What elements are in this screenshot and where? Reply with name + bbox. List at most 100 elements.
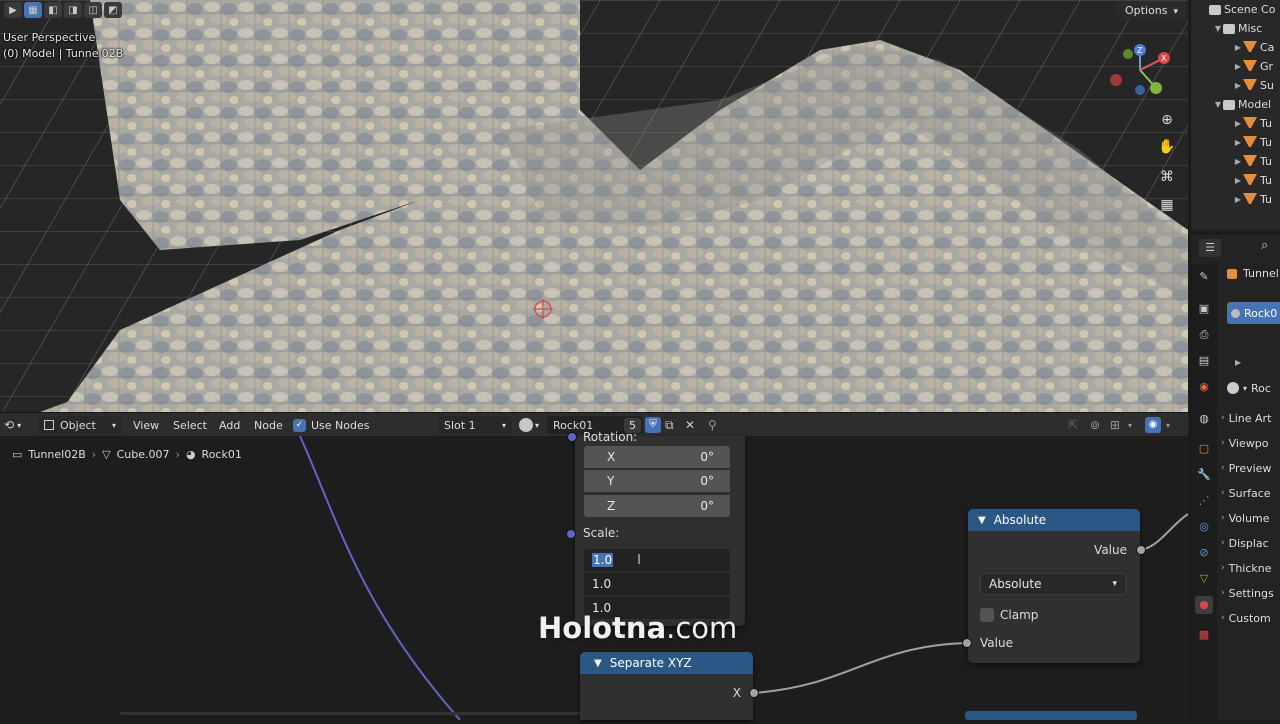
expand-arrow-icon[interactable]: ▶ xyxy=(1233,81,1243,90)
editor-type-dropdown[interactable]: ⟲ ▾ xyxy=(4,413,21,437)
outliner-item[interactable]: ▼ Model xyxy=(1213,95,1280,114)
outliner-item[interactable]: ▶ Tu xyxy=(1233,152,1280,171)
rotation-socket[interactable] xyxy=(567,432,577,442)
expand-arrow-icon[interactable]: ▼ xyxy=(1213,24,1223,33)
options-dropdown[interactable]: Options ▾ xyxy=(1117,1,1186,20)
expand-arrow-icon[interactable]: ▶ xyxy=(1233,62,1243,71)
section-settings[interactable]: › Settings xyxy=(1221,582,1280,604)
section-line-art[interactable]: › Line Art xyxy=(1221,407,1280,429)
section-volume[interactable]: › Volume xyxy=(1221,507,1280,529)
outliner-item[interactable]: ▶ Tu xyxy=(1233,114,1280,133)
separate-xyz-node[interactable]: ▼ Separate XYZ X xyxy=(580,652,759,720)
rotation-x-field[interactable]: X 0° xyxy=(584,446,730,468)
overlays-toggle[interactable]: ◉ xyxy=(1145,413,1161,437)
box-select-icon[interactable]: ▦ xyxy=(24,2,42,18)
object-tab-icon[interactable]: ▢ xyxy=(1195,440,1213,458)
scale-x-input[interactable]: 1.0 Ⅰ xyxy=(584,549,730,571)
menu-add[interactable]: Add xyxy=(219,413,240,437)
expand-arrow-icon[interactable]: ▶ xyxy=(1233,119,1243,128)
separate-xyz-header[interactable]: ▼ Separate XYZ xyxy=(580,652,753,674)
scale-socket[interactable] xyxy=(566,529,576,539)
operation-dropdown[interactable]: Absolute ▾ xyxy=(980,573,1126,595)
chevron-down-icon[interactable]: ▼ xyxy=(978,515,986,526)
snap-target-icon[interactable]: ⊞ xyxy=(1110,413,1120,437)
select-difference-icon[interactable]: ◫ xyxy=(84,2,102,18)
section-custom[interactable]: › Custom xyxy=(1221,607,1280,629)
scale-y-input[interactable]: 1.0 xyxy=(584,573,730,595)
select-extend-icon[interactable]: ◧ xyxy=(44,2,62,18)
use-nodes-checkbox[interactable]: ✓ Use Nodes xyxy=(293,413,370,437)
snap-icon[interactable]: ⊚ xyxy=(1090,413,1100,437)
camera-icon[interactable]: ⌘ xyxy=(1157,167,1177,187)
outliner-item[interactable]: ▶ Ca xyxy=(1233,38,1280,57)
ortho-grid-icon[interactable]: ▦ xyxy=(1157,195,1177,215)
parent-node-tree-icon[interactable]: ⇱ xyxy=(1068,413,1078,437)
outliner-item[interactable]: ▶ Tu xyxy=(1233,133,1280,152)
world-tab-icon[interactable]: ◍ xyxy=(1195,410,1213,428)
material-tab-icon[interactable]: ● xyxy=(1195,596,1213,614)
expand-arrow-icon[interactable]: ▶ xyxy=(1233,195,1243,204)
outliner-item[interactable]: ▼ Misc xyxy=(1213,19,1280,38)
expand-arrow-icon[interactable]: ▶ xyxy=(1233,176,1243,185)
absolute-math-node[interactable]: ▼ Absolute Value Absolute ▾ Clamp Value xyxy=(962,509,1146,663)
expand-arrow-icon[interactable]: ▶ xyxy=(1233,138,1243,147)
view-layer-tab-icon[interactable]: ▤ xyxy=(1195,352,1213,370)
node-editor-canvas[interactable]: ▭ Tunnel02B › ▽ Cube.007 › ◕ Rock01 Rota… xyxy=(0,430,1188,720)
tool-tab-icon[interactable]: ✎ xyxy=(1195,268,1213,286)
fake-user-button[interactable]: ⛨ xyxy=(645,413,661,437)
select-subtract-icon[interactable]: ◨ xyxy=(64,2,82,18)
menu-select[interactable]: Select xyxy=(173,413,207,437)
texture-tab-icon[interactable]: ▩ xyxy=(1195,626,1213,644)
value-input-socket[interactable] xyxy=(962,638,972,648)
section-thickness[interactable]: › Thickne xyxy=(1221,557,1280,579)
select-intersect-icon[interactable]: ◩ xyxy=(104,2,122,18)
section-surface[interactable]: › Surface xyxy=(1221,482,1280,504)
zoom-icon[interactable]: ⊕ xyxy=(1157,110,1177,130)
outliner-item[interactable]: ▶ Gr xyxy=(1233,57,1280,76)
material-browse-button[interactable]: ▾ xyxy=(519,413,539,437)
menu-node[interactable]: Node xyxy=(254,413,283,437)
chevron-down-icon[interactable]: ▾ xyxy=(1128,413,1132,437)
x-output-socket[interactable] xyxy=(749,688,759,698)
expand-arrow-icon[interactable]: ▼ xyxy=(1213,100,1223,109)
3d-viewport[interactable]: ▶ ▦ ◧ ◨ ◫ ◩ User Perspective (0) Model |… xyxy=(0,0,1188,412)
scene-tab-icon[interactable]: ◉ xyxy=(1195,378,1213,396)
expand-arrow-icon[interactable]: ▶ xyxy=(1233,157,1243,166)
section-preview[interactable]: › Preview xyxy=(1221,457,1280,479)
mapping-node[interactable]: Rotation: X 0° Y 0° Z 0° Scale: 1.0 Ⅰ 1.… xyxy=(566,430,745,626)
physics-tab-icon[interactable]: ◎ xyxy=(1195,518,1213,536)
clamp-checkbox[interactable]: Clamp xyxy=(980,608,1038,622)
menu-view[interactable]: View xyxy=(133,413,159,437)
shader-type-dropdown[interactable]: Object ▾ xyxy=(38,413,122,437)
section-viewport[interactable]: › Viewpo xyxy=(1221,432,1280,454)
search-icon[interactable]: ⌕ xyxy=(1261,238,1268,253)
expand-arrow-icon[interactable]: ▶ xyxy=(1235,358,1241,367)
absolute-node-header[interactable]: ▼ Absolute xyxy=(968,509,1140,531)
rotation-y-field[interactable]: Y 0° xyxy=(584,470,730,492)
value-output-socket[interactable] xyxy=(1136,545,1146,555)
chevron-down-icon[interactable]: ▾ xyxy=(1166,413,1170,437)
constraints-tab-icon[interactable]: ⊘ xyxy=(1195,544,1213,562)
pin-icon[interactable]: ⚲ xyxy=(708,413,717,437)
output-tab-icon[interactable]: ⎙ xyxy=(1195,326,1213,344)
section-displacement[interactable]: › Displac xyxy=(1221,532,1280,554)
data-tab-icon[interactable]: ▽ xyxy=(1195,570,1213,588)
render-tab-icon[interactable]: ▣ xyxy=(1195,300,1213,318)
cursor-tool-icon[interactable]: ▶ xyxy=(4,2,22,18)
material-slot-item[interactable]: Rock0 xyxy=(1227,302,1280,324)
slot-dropdown[interactable]: Slot 1 ▾ xyxy=(438,413,512,437)
unlink-close-icon[interactable]: ✕ xyxy=(685,413,695,437)
pan-hand-icon[interactable]: ✋ xyxy=(1157,137,1177,157)
rotation-z-field[interactable]: Z 0° xyxy=(584,495,730,517)
expand-arrow-icon[interactable]: ▶ xyxy=(1233,43,1243,52)
outliner-item[interactable]: ▶ Tu xyxy=(1233,171,1280,190)
modifier-tab-icon[interactable]: 🔧 xyxy=(1195,466,1213,484)
outliner-item[interactable]: ▶ Tu xyxy=(1233,190,1280,209)
editor-type-icon[interactable]: ☰ xyxy=(1199,239,1221,257)
duplicate-material-icon[interactable]: ⧉ xyxy=(665,413,674,437)
chevron-down-icon[interactable]: ▼ xyxy=(594,658,602,669)
particles-tab-icon[interactable]: ⋰ xyxy=(1195,492,1213,510)
outliner-scene-collection[interactable]: Scene Co xyxy=(1209,0,1280,19)
material-browse-dropdown[interactable]: ▾ Roc xyxy=(1227,377,1280,399)
navigation-gizmo[interactable]: Z X xyxy=(1106,40,1176,100)
